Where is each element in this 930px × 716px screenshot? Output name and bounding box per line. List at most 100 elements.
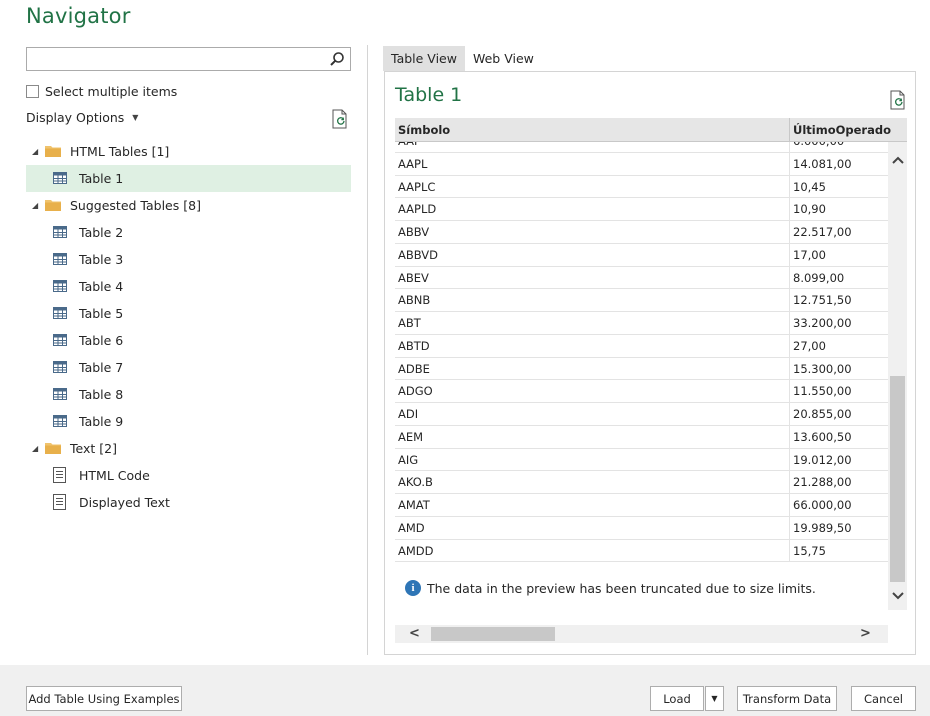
load-options-dropdown[interactable]: ▼ xyxy=(705,686,724,711)
cell-ultimo-operado: 11.550,00 xyxy=(793,384,852,399)
tree-item[interactable]: Table 2 xyxy=(26,219,351,246)
expand-triangle-icon[interactable]: ◢ xyxy=(32,444,38,453)
tree-folder-label: HTML Tables [1] xyxy=(70,144,170,159)
table-icon xyxy=(53,307,67,319)
search-icon[interactable] xyxy=(329,51,345,67)
load-button[interactable]: Load xyxy=(650,686,704,711)
navigator-tree: ◢ HTML Tables [1] Table 1 ◢ Suggested Tables… xyxy=(26,138,351,516)
column-separator xyxy=(789,221,790,243)
tree-item[interactable]: Table 1 xyxy=(26,165,351,192)
folder-icon xyxy=(45,443,61,454)
tree-item-label: Table 6 xyxy=(79,333,124,348)
cell-ultimo-operado: 33.200,00 xyxy=(793,316,852,330)
column-separator xyxy=(789,175,790,198)
column-separator xyxy=(789,312,790,334)
scroll-left-icon[interactable]: < xyxy=(409,626,420,641)
cell-simbolo: ABNB xyxy=(398,293,431,308)
cell-simbolo: ABT xyxy=(398,316,421,330)
table-row: AEM 13.600,50 xyxy=(395,425,888,449)
tree-item-label: Table 9 xyxy=(79,414,124,429)
column-separator xyxy=(789,289,790,311)
tree-item[interactable]: Displayed Text xyxy=(26,489,351,516)
cell-ultimo-operado: 15,75 xyxy=(793,543,826,558)
table-row: ABT 33.200,00 xyxy=(395,312,888,335)
tree-item[interactable]: Table 7 xyxy=(26,354,351,381)
cell-ultimo-operado: 13.600,50 xyxy=(793,429,852,444)
table-row: AAP 6.000,00 xyxy=(395,142,888,153)
tree-item[interactable]: HTML Code xyxy=(26,462,351,489)
select-multiple-checkbox[interactable] xyxy=(26,84,39,98)
table-row: ABBV 22.517,00 xyxy=(395,221,888,244)
chevron-down-icon: ▼ xyxy=(711,694,718,703)
scroll-up-icon[interactable] xyxy=(892,156,904,164)
tree-item[interactable]: Table 6 xyxy=(26,327,351,354)
tree-item[interactable]: Table 5 xyxy=(26,300,351,327)
cancel-button[interactable]: Cancel xyxy=(851,686,916,711)
scroll-right-icon[interactable]: > xyxy=(860,626,871,641)
column-separator xyxy=(789,142,790,152)
table-row: ABEV 8.099,00 xyxy=(395,266,888,290)
cell-simbolo: AAPLD xyxy=(398,202,437,217)
transform-data-button[interactable]: Transform Data xyxy=(737,686,837,711)
display-options-dropdown[interactable]: Display Options ▼ xyxy=(26,110,138,125)
cell-ultimo-operado: 10,90 xyxy=(793,202,826,217)
window-title: Navigator xyxy=(26,4,131,28)
tree-item[interactable]: Table 3 xyxy=(26,246,351,273)
table-row: AAPL 14.081,00 xyxy=(395,152,888,176)
column-separator xyxy=(789,118,790,142)
info-icon: i xyxy=(405,580,421,596)
column-separator xyxy=(789,334,790,357)
refresh-icon[interactable] xyxy=(331,109,349,129)
expand-triangle-icon[interactable]: ◢ xyxy=(32,201,38,210)
cell-simbolo: AMAT xyxy=(398,498,430,512)
tree-folder[interactable]: ◢ HTML Tables [1] xyxy=(26,138,351,165)
folder-icon xyxy=(45,200,61,211)
table-rows: AAP 6.000,00 AAPL 14.081,00 AAPLC 10,45 AAPLD 1… xyxy=(395,142,888,563)
tab-table-view[interactable]: Table View xyxy=(383,46,465,71)
table-row: AIG 19.012,00 xyxy=(395,448,888,472)
horizontal-scrollbar[interactable]: < > xyxy=(395,625,888,643)
table-row: AMD 19.989,50 xyxy=(395,516,888,540)
table-icon xyxy=(53,388,67,400)
tree-item[interactable]: Table 8 xyxy=(26,381,351,408)
cell-ultimo-operado: 27,00 xyxy=(793,338,826,353)
cell-ultimo-operado: 22.517,00 xyxy=(793,225,852,239)
folder-icon xyxy=(45,146,61,157)
tree-item[interactable]: Table 9 xyxy=(26,408,351,435)
cell-simbolo: ABBVD xyxy=(398,247,439,262)
add-table-using-examples-button[interactable]: Add Table Using Examples xyxy=(26,686,182,711)
tree-item-label: Table 2 xyxy=(79,225,124,240)
table-row: ADBE 15.300,00 xyxy=(395,357,888,381)
tree-folder[interactable]: ◢ Suggested Tables [8] xyxy=(26,192,351,219)
search-input[interactable] xyxy=(26,47,351,71)
column-header-ultimo-operado[interactable]: ÚltimoOperado xyxy=(793,123,891,137)
table-row: ABBVD 17,00 xyxy=(395,243,888,267)
tree-folder[interactable]: ◢ Text [2] xyxy=(26,435,351,462)
tree-item[interactable]: Table 4 xyxy=(26,273,351,300)
text-document-icon xyxy=(53,467,66,483)
vertical-scrollbar[interactable] xyxy=(888,142,907,610)
cell-simbolo: ABBV xyxy=(398,225,430,239)
preview-pane: Table 1 Símbolo ÚltimoOperado AAP 6.000,0… xyxy=(384,71,916,655)
cell-simbolo: AMD xyxy=(398,520,425,535)
tree-folder-label: Suggested Tables [8] xyxy=(70,198,201,213)
tree-item-label: Table 4 xyxy=(79,279,124,294)
tab-web-view[interactable]: Web View xyxy=(465,46,542,71)
tree-item-label: Table 3 xyxy=(79,252,124,267)
column-header-simbolo[interactable]: Símbolo xyxy=(398,123,450,137)
refresh-preview-icon[interactable] xyxy=(889,90,907,110)
tree-folder-label: Text [2] xyxy=(70,441,117,456)
table-row: AKO.B 21.288,00 xyxy=(395,471,888,494)
column-separator xyxy=(789,380,790,402)
vertical-scroll-thumb[interactable] xyxy=(890,376,905,582)
chevron-down-icon: ▼ xyxy=(132,113,139,122)
cell-simbolo: ABEV xyxy=(398,270,429,285)
cell-ultimo-operado: 12.751,50 xyxy=(793,293,852,308)
cell-simbolo: AAPL xyxy=(398,156,428,171)
scroll-down-icon[interactable] xyxy=(892,592,904,600)
select-multiple-items[interactable]: Select multiple items xyxy=(26,82,177,100)
column-separator xyxy=(789,494,790,516)
expand-triangle-icon[interactable]: ◢ xyxy=(32,147,38,156)
table-icon xyxy=(53,361,67,373)
horizontal-scroll-thumb[interactable] xyxy=(431,627,555,641)
